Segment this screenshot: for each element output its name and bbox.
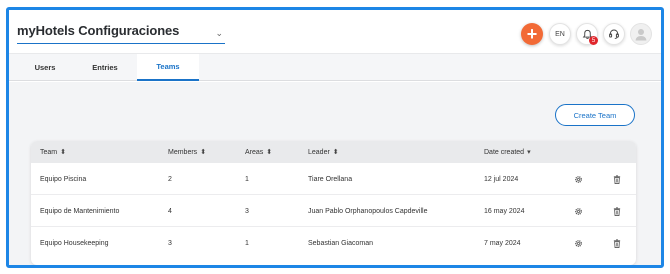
members-count: 4: [168, 207, 172, 215]
trash-icon[interactable]: [611, 227, 623, 259]
tabs-bar: Users Entries Teams: [9, 53, 661, 81]
leader-name: Sebastian Giacoman: [308, 239, 373, 247]
table-row[interactable]: Equipo de Mantenimiento 4 3 Juan Pablo O…: [31, 195, 636, 227]
areas-count: 3: [245, 207, 249, 215]
date-created: 7 may 2024: [484, 239, 521, 247]
date-created: 12 jul 2024: [484, 175, 519, 183]
column-label: Areas: [245, 148, 264, 156]
add-button[interactable]: +: [521, 23, 543, 45]
table-header: Team ⬍ Members ⬍ Areas ⬍ Leader ⬍ Date c…: [31, 141, 636, 163]
areas-count: 1: [245, 239, 249, 247]
sort-icon: ⬍: [60, 149, 66, 156]
create-team-button[interactable]: Create Team: [555, 104, 635, 126]
column-header-leader[interactable]: Leader ⬍: [308, 141, 339, 163]
sort-desc-icon: ▾: [527, 149, 531, 156]
gear-icon[interactable]: [572, 163, 584, 195]
column-label: Leader: [308, 148, 330, 156]
team-name: Equipo Piscina: [40, 175, 87, 183]
trash-icon[interactable]: [611, 163, 623, 195]
table-row[interactable]: Equipo Piscina 2 1 Tiare Orellana 12 jul…: [31, 163, 636, 195]
user-avatar-icon: [635, 29, 647, 41]
members-count: 3: [168, 239, 172, 247]
sort-icon: ⬍: [200, 149, 207, 156]
column-label: Team: [40, 148, 58, 156]
headset-icon: [609, 29, 619, 39]
team-name: Equipo Housekeeping: [40, 239, 109, 247]
column-label: Members: [168, 148, 198, 156]
date-created: 16 may 2024: [484, 207, 525, 215]
sort-icon: ⬍: [332, 149, 339, 156]
tab-entries[interactable]: Entries: [73, 54, 137, 81]
chevron-down-icon: ⌄: [215, 28, 223, 38]
user-avatar-button[interactable]: [630, 23, 652, 45]
table-row[interactable]: Equipo Housekeeping 3 1 Sebastian Giacom…: [31, 227, 636, 259]
hotel-select-value: myHotels Configuraciones: [17, 23, 180, 38]
tab-teams[interactable]: Teams: [137, 54, 199, 81]
sort-icon: ⬍: [266, 149, 273, 156]
column-header-date-created[interactable]: Date created ▾: [484, 141, 531, 163]
teams-content: Create Team Team ⬍ Members ⬍ Areas ⬍ Lea…: [9, 82, 661, 265]
app-frame: myHotels Configuraciones ⌄ + EN 5 Users …: [6, 7, 664, 268]
language-label: EN: [555, 30, 565, 38]
notifications-button[interactable]: 5: [576, 23, 598, 45]
gear-icon[interactable]: [572, 195, 584, 227]
areas-count: 1: [245, 175, 249, 183]
column-header-members[interactable]: Members ⬍: [168, 141, 206, 163]
language-button[interactable]: EN: [549, 23, 571, 45]
teams-table: Team ⬍ Members ⬍ Areas ⬍ Leader ⬍ Date c…: [31, 141, 636, 265]
gear-icon[interactable]: [572, 227, 584, 259]
members-count: 2: [168, 175, 172, 183]
team-name: Equipo de Mantenimiento: [40, 207, 120, 215]
column-header-areas[interactable]: Areas ⬍: [245, 141, 272, 163]
plus-icon: +: [526, 24, 538, 44]
column-label: Date created: [484, 148, 525, 156]
tab-users[interactable]: Users: [17, 54, 73, 81]
trash-icon[interactable]: [611, 195, 623, 227]
notification-badge: 5: [589, 36, 598, 45]
support-button[interactable]: [603, 23, 625, 45]
leader-name: Juan Pablo Orphanopoulos Capdeville: [308, 207, 428, 215]
hotel-select[interactable]: myHotels Configuraciones ⌄: [17, 23, 225, 44]
column-header-team[interactable]: Team ⬍: [40, 141, 66, 163]
top-header: myHotels Configuraciones ⌄ + EN 5: [9, 10, 661, 53]
leader-name: Tiare Orellana: [308, 175, 353, 183]
